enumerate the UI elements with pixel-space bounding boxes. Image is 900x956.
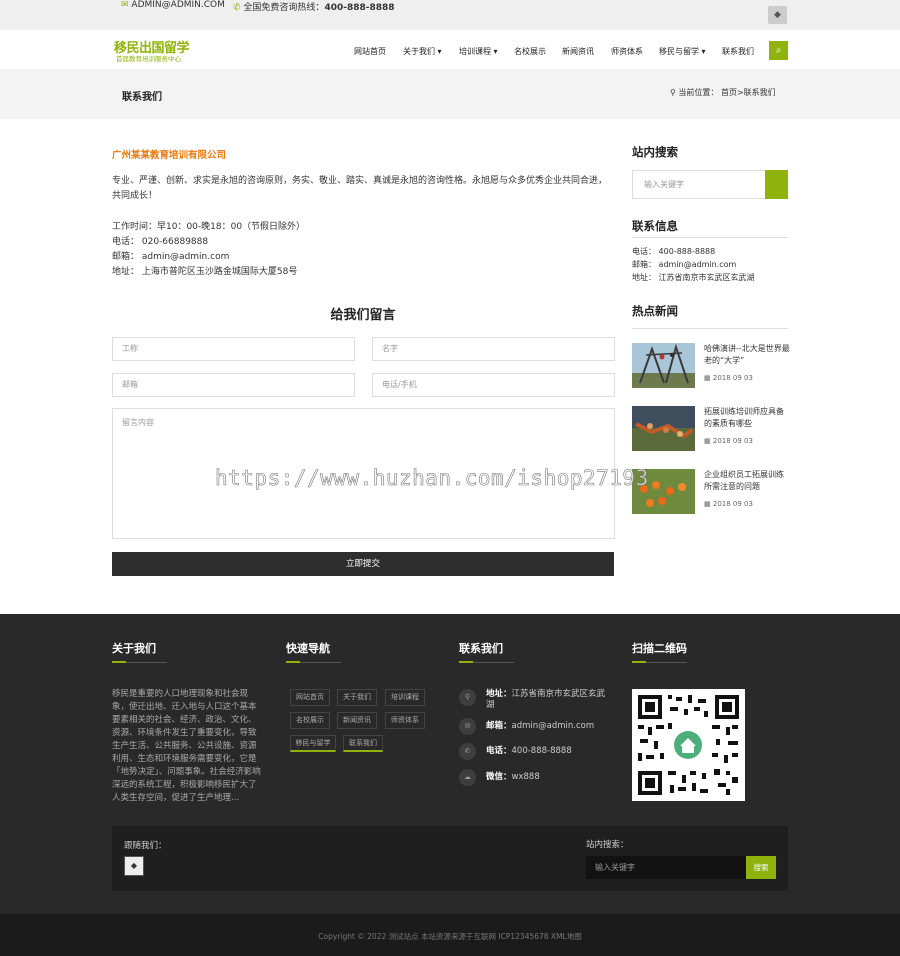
calendar-icon: ▦: [704, 500, 711, 508]
sidebar-search-input[interactable]: 输入关键字: [632, 170, 765, 199]
footer-link-contact[interactable]: 联系我们: [343, 735, 383, 752]
location-pin-icon: ⚲: [670, 88, 676, 97]
copyright: Copyright © 2022 测试站点 本站资源来源于互联网 ICP1234…: [318, 932, 582, 941]
divider: [286, 661, 341, 663]
phone-icon: ✆: [459, 743, 476, 760]
footer-search-input[interactable]: 输入关键字: [586, 856, 746, 879]
nav-courses[interactable]: 培训课程 ▾: [459, 46, 498, 57]
footer-link-news[interactable]: 新闻资讯: [337, 712, 377, 729]
contact-email: 邮箱： admin@admin.com: [112, 252, 230, 262]
breadcrumb: ⚲ 当前位置： 首页>联系我们: [670, 88, 776, 97]
nav-home[interactable]: 网站首页: [354, 46, 386, 57]
nav-contact[interactable]: 联系我们: [722, 46, 754, 57]
news-title[interactable]: 企业组织员工拓展训练所需注意的问题: [704, 469, 790, 493]
footer-link-courses[interactable]: 培训课程: [385, 689, 425, 706]
page-title: 联系我们: [122, 92, 162, 103]
search-icon[interactable]: ⌕: [769, 41, 788, 60]
message-form-title: 给我们留言: [330, 308, 396, 323]
footer-wechat: 微信：wx888: [486, 772, 540, 782]
footer-qr-title: 扫描二维码: [632, 642, 687, 655]
sidebar-email: 邮箱： admin@admin.com: [632, 260, 737, 269]
news-title[interactable]: 哈佛演讲--北大是世界最老的“大学”: [704, 343, 790, 367]
sidebar-news-title: 热点新闻: [632, 304, 678, 318]
sidebar-address: 地址： 江苏省南京市玄武区玄武湖: [632, 273, 755, 282]
mail-icon: ✉: [459, 718, 476, 735]
qq-icon[interactable]: ◆: [124, 856, 144, 876]
news-date: ▦ 2018 09 03: [704, 500, 753, 508]
sidebar-contact-title: 联系信息: [632, 219, 678, 233]
nav-schools[interactable]: 名校展示: [514, 46, 546, 57]
breadcrumb-path[interactable]: 首页>联系我们: [721, 88, 776, 97]
divider: [112, 661, 167, 663]
sidebar-phone: 电话： 400-888-8888: [632, 247, 716, 256]
submit-button[interactable]: 立即提交: [112, 552, 614, 576]
contact-address: 地址： 上海市普陀区玉沙路金城国际大厦58号: [112, 267, 298, 277]
phone-icon: ✆: [233, 3, 241, 13]
footer-link-about[interactable]: 关于我们: [337, 689, 377, 706]
footer-link-home[interactable]: 网站首页: [290, 689, 330, 706]
topbar-email[interactable]: ✉ ADMIN@ADMIN.COM: [121, 0, 225, 10]
footer-search-button[interactable]: 搜索: [746, 856, 776, 879]
divider: [632, 661, 687, 663]
sidebar-search-title: 站内搜索: [632, 145, 678, 159]
footer-about-title: 关于我们: [112, 642, 156, 655]
nav-news[interactable]: 新闻资讯: [562, 46, 594, 57]
company-field[interactable]: 工称: [112, 337, 355, 361]
footer-nav-title: 快速导航: [286, 642, 330, 655]
divider: [632, 237, 788, 238]
divider: [632, 328, 788, 329]
footer-link-schools[interactable]: 名校展示: [290, 712, 330, 729]
watermark: https://www.huzhan.com/ishop27193: [215, 466, 649, 491]
sidebar-search-button[interactable]: [765, 170, 788, 199]
calendar-icon: ▦: [704, 374, 711, 382]
logo-subtitle: 首届教育培训服务中心: [116, 55, 181, 63]
news-date: ▦ 2018 09 03: [704, 437, 753, 445]
footer-link-immigration[interactable]: 移民与留学: [290, 735, 336, 752]
footer-contact-title: 联系我们: [459, 642, 503, 655]
footer-search-label: 站内搜索：: [586, 840, 629, 850]
news-thumbnail[interactable]: [632, 406, 695, 451]
news-title[interactable]: 拓展训练培训师应具备的素质有哪些: [704, 406, 790, 430]
location-icon: ⚲: [459, 689, 476, 706]
nav-teachers[interactable]: 师资体系: [611, 46, 643, 57]
footer-link-teachers[interactable]: 师资体系: [385, 712, 425, 729]
qq-icon[interactable]: ◆: [768, 6, 787, 24]
wechat-icon: ☁: [459, 769, 476, 786]
topbar-hotline: ✆ 全国免费咨询热线：400-888-8888: [233, 3, 395, 13]
divider: [459, 661, 514, 663]
follow-label: 跟随我们：: [124, 841, 167, 851]
footer-about-text: 移民是重要的人口地理现象和社会现象，使迁出地、迁入地与人口这个基本要素相关的社会…: [112, 689, 261, 803]
footer-phone: 电话：400-888-8888: [486, 746, 572, 756]
phone-field[interactable]: 电话/手机: [372, 373, 615, 397]
news-thumbnail[interactable]: [632, 343, 695, 388]
footer-email: 邮箱：admin@admin.com: [486, 721, 595, 731]
company-intro: 专业、严谨、创新、求实是永旭的咨询原则，务实、敬业、踏实、真诚是永旭的咨询性格。…: [112, 176, 608, 201]
footer-address: 地址：江苏省南京市玄武区玄武湖: [486, 689, 606, 710]
nav-about[interactable]: 关于我们 ▾: [403, 46, 442, 57]
nav-immigration[interactable]: 移民与留学 ▾: [659, 46, 706, 57]
name-field[interactable]: 名字: [372, 337, 615, 361]
company-name: 广州某某教育培训有限公司: [112, 150, 227, 161]
email-field[interactable]: 邮箱: [112, 373, 355, 397]
news-date: ▦ 2018 09 03: [704, 374, 753, 382]
calendar-icon: ▦: [704, 437, 711, 445]
work-hours: 工作时间：早10：00-晚18：00（节假日除外）: [112, 222, 306, 232]
contact-phone: 电话： 020-66889888: [112, 237, 209, 247]
mail-icon: ✉: [121, 0, 129, 10]
qr-code: [632, 689, 745, 801]
